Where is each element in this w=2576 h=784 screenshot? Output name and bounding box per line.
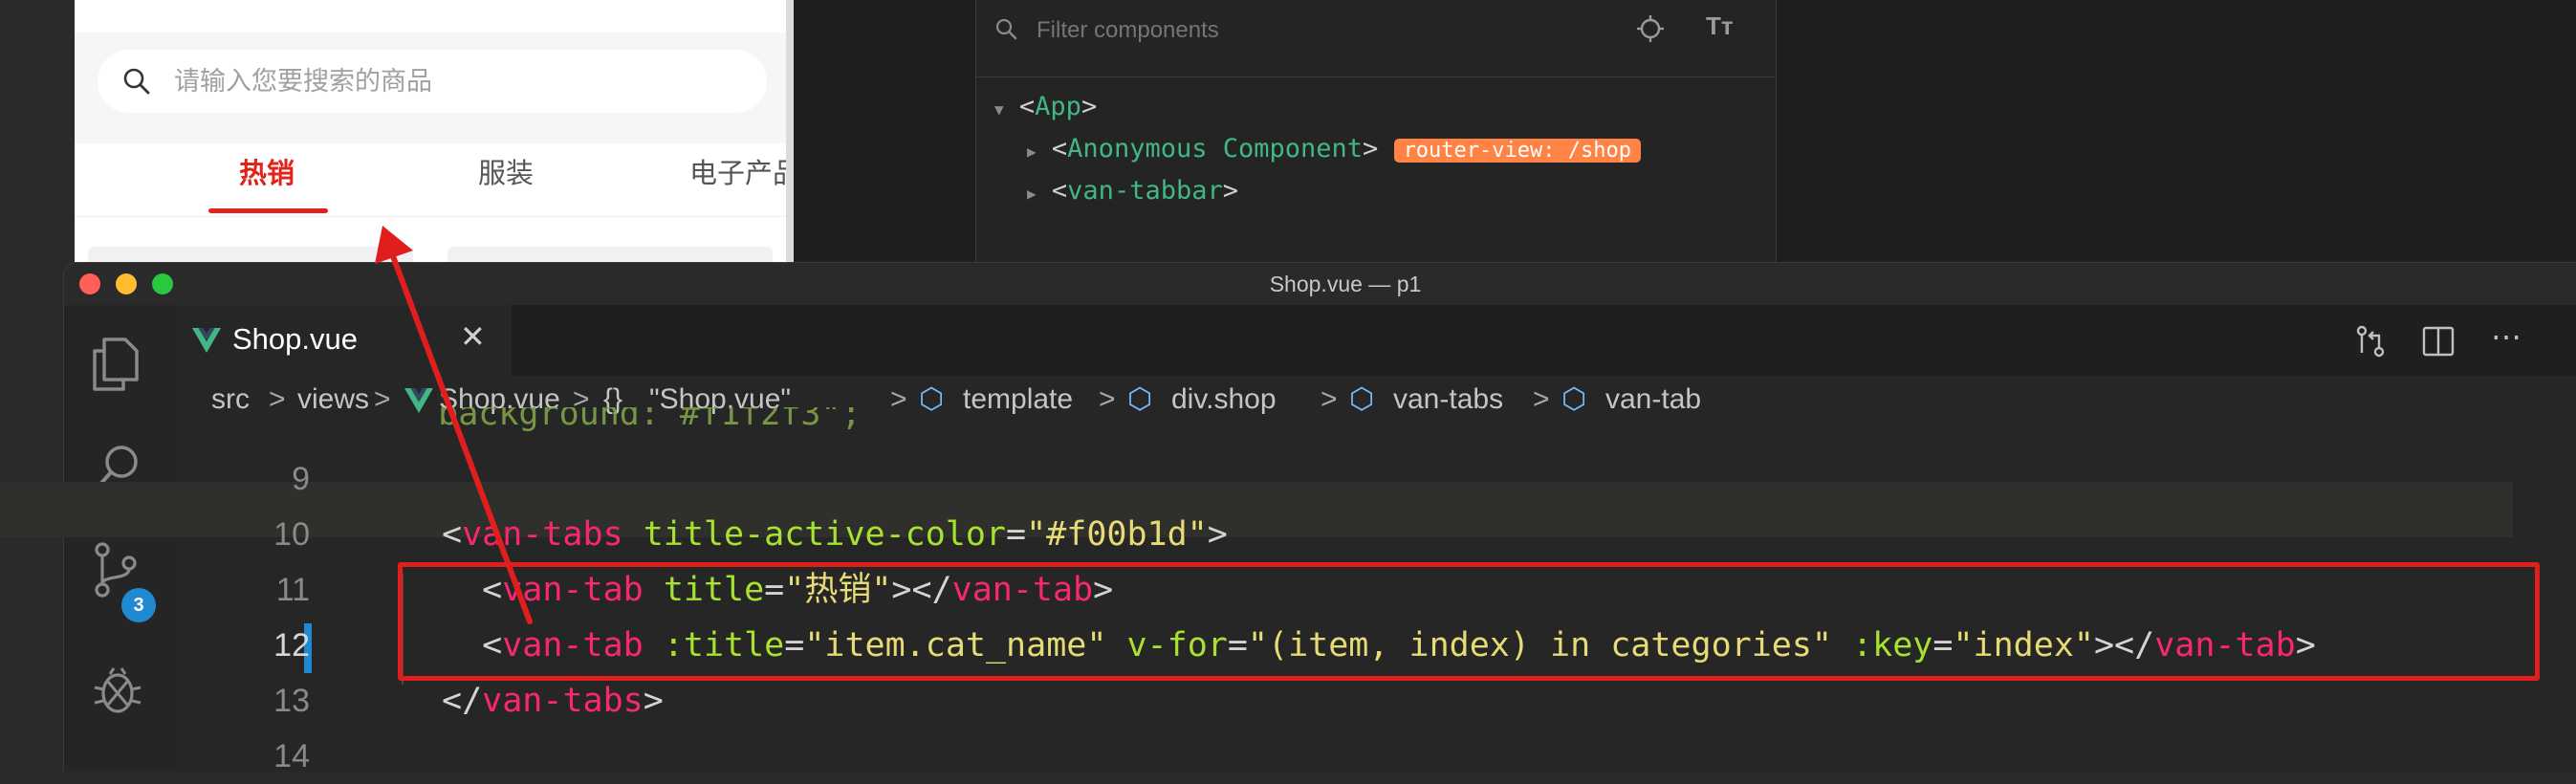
component-name: Anonymous Component	[1067, 134, 1364, 163]
current-line-highlight	[0, 482, 2513, 537]
search-icon	[123, 68, 150, 95]
code-line-13[interactable]: </van-tabs>	[442, 673, 664, 729]
window-title: Shop.vue — p1	[1269, 272, 1422, 296]
component-name: van-tabbar	[1067, 176, 1223, 206]
cube-icon: ⬡	[919, 383, 945, 415]
breadcrumb-div-shop[interactable]: div.shop	[1171, 376, 1277, 424]
active-tab-indicator	[208, 208, 328, 213]
mobile-preview: 请输入您要搜索的商品 热销 服装 电子产品	[75, 0, 786, 262]
line-number-current: 12	[273, 627, 310, 664]
chevron-right-icon: >	[269, 383, 286, 415]
filter-bar: Tт	[975, 0, 1775, 77]
tree-row-app[interactable]: ▼ <App>	[994, 90, 1097, 127]
title-bar: Shop.vue — p1	[64, 263, 2576, 305]
annotation-highlight-box	[398, 562, 2540, 681]
collapsed-triangle-icon: ▶	[1027, 185, 1037, 203]
split-editor-icon[interactable]	[2422, 326, 2455, 357]
product-card[interactable]	[448, 247, 773, 262]
chevron-right-icon: >	[374, 383, 391, 415]
component-name: App	[1035, 92, 1081, 121]
search-input[interactable]: 请输入您要搜索的商品	[98, 50, 767, 113]
editor-tabs: Shop.vue ✕ ⋯	[177, 305, 2576, 376]
collapsed-triangle-icon: ▶	[1027, 142, 1037, 161]
line-number: 11	[275, 572, 310, 608]
crosshair-icon[interactable]	[1635, 13, 1666, 44]
tree-row-tabbar[interactable]: ▶ <van-tabbar>	[1027, 174, 1238, 211]
chevron-right-icon: >	[1533, 383, 1550, 415]
close-tab-icon[interactable]: ✕	[460, 318, 486, 355]
explorer-icon[interactable]	[87, 334, 144, 395]
expanded-triangle-icon: ▼	[994, 100, 1004, 119]
line-number: 10	[273, 516, 310, 553]
tab-electronics[interactable]: 电子产品	[616, 143, 786, 220]
vue-file-icon	[192, 328, 221, 353]
line-number: 14	[273, 738, 310, 774]
filter-components-input[interactable]	[1035, 13, 1574, 48]
breadcrumb-views[interactable]: views	[297, 376, 369, 424]
cube-icon: ⬡	[1349, 383, 1375, 415]
line-number: 13	[273, 683, 310, 719]
tab-clothing[interactable]: 服装	[386, 143, 625, 220]
tab-label: Shop.vue	[232, 322, 358, 356]
phone-header	[75, 0, 786, 33]
text-size-icon[interactable]: Tт	[1706, 11, 1734, 41]
line-number: 9	[292, 461, 310, 497]
tab-shop-vue[interactable]: Shop.vue ✕	[177, 305, 512, 376]
code-line-10[interactable]: <van-tabs title-active-color="#f00b1d">	[442, 507, 1228, 562]
breadcrumb-template[interactable]: template	[963, 376, 1073, 424]
preview-scrollbar[interactable]	[786, 0, 794, 262]
cube-icon: ⬡	[1561, 383, 1587, 415]
more-actions-icon[interactable]: ⋯	[2491, 318, 2521, 355]
tree-row-anonymous[interactable]: ▶ <Anonymous Component> router-view: /sh…	[1027, 132, 1641, 169]
search-icon	[995, 18, 1017, 40]
search-placeholder: 请输入您要搜索的商品	[174, 67, 432, 96]
breadcrumb-van-tab[interactable]: van-tab	[1605, 376, 1701, 424]
breadcrumb-src[interactable]: src	[211, 376, 250, 424]
cube-icon: ⬡	[1127, 383, 1153, 415]
chevron-right-icon: >	[890, 383, 907, 415]
compare-changes-icon[interactable]	[2353, 324, 2388, 359]
breadcrumb-van-tabs[interactable]: van-tabs	[1393, 376, 1503, 424]
divider	[75, 216, 786, 217]
router-view-badge: router-view: /shop	[1393, 139, 1641, 163]
chevron-right-icon: >	[1321, 383, 1338, 415]
search-area: 请输入您要搜索的商品	[75, 33, 786, 143]
chevron-right-icon: >	[1099, 383, 1116, 415]
product-card[interactable]	[88, 247, 413, 262]
